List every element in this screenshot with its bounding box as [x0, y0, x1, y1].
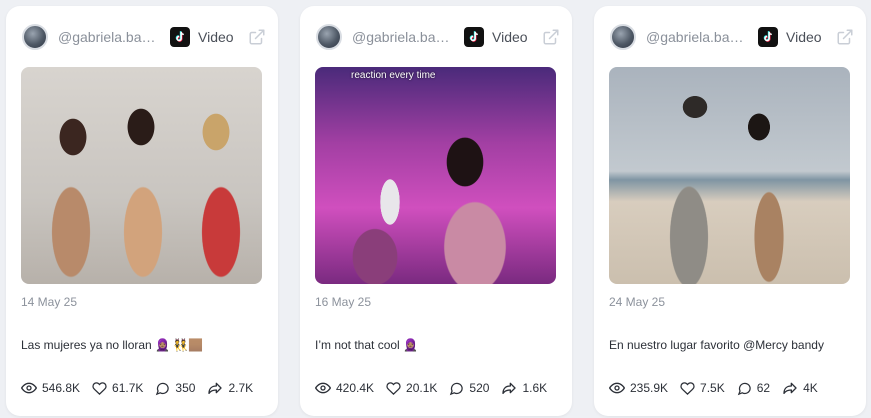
username[interactable]: @gabriela.ban...	[646, 29, 746, 45]
comment-icon	[737, 382, 751, 395]
shares-count: 2.7K	[228, 381, 254, 395]
shares-count: 1.6K	[522, 381, 548, 395]
comment-icon	[156, 382, 170, 395]
views-count: 546.8K	[42, 381, 81, 395]
likes-stat: 7.5K	[680, 381, 725, 396]
likes-count: 7.5K	[700, 381, 725, 395]
post-date: 14 May 25	[21, 295, 78, 309]
comments-count: 62	[756, 381, 771, 395]
username[interactable]: @gabriela.ban...	[352, 29, 452, 45]
post-caption: I’m not that cool 🧕🏽	[315, 338, 418, 352]
views-stat: 235.9K	[609, 380, 668, 396]
avatar[interactable]	[22, 24, 48, 50]
avatar[interactable]	[610, 24, 636, 50]
platform-label: Video	[786, 29, 822, 45]
post-thumbnail[interactable]	[609, 67, 850, 284]
eye-icon	[609, 382, 625, 394]
post-caption: En nuestro lugar favorito @Mercy bandy	[609, 338, 824, 352]
external-link-icon[interactable]	[542, 28, 560, 46]
card-header: @gabriela.ban... Video	[22, 22, 266, 52]
post-card[interactable]: @gabriela.ban... Video 24 May 25 En nues…	[594, 6, 866, 416]
comments-stat: 62	[737, 381, 770, 396]
likes-count: 20.1K	[406, 381, 438, 395]
share-icon	[208, 382, 223, 394]
post-thumbnail[interactable]: reaction every time	[315, 67, 556, 284]
eye-icon	[315, 382, 331, 394]
likes-stat: 20.1K	[386, 381, 437, 396]
post-stats: 546.8K 61.7K 350 2.7K	[21, 380, 265, 396]
post-stats: 420.4K 20.1K 520 1.6K	[315, 380, 559, 396]
post-caption: Las mujeres ya no lloran 🧕🏽 👯🏽	[21, 338, 204, 352]
post-stats: 235.9K 7.5K 62 4K	[609, 380, 830, 396]
post-card[interactable]: @gabriela.ban... Video 14 May 25 Las muj…	[6, 6, 278, 416]
tiktok-icon	[464, 27, 484, 47]
post-thumbnail[interactable]	[21, 67, 262, 284]
post-card[interactable]: @gabriela.ban... Video reaction every ti…	[300, 6, 572, 416]
shares-stat: 1.6K	[501, 380, 547, 396]
comments-count: 520	[469, 381, 490, 395]
heart-icon	[680, 381, 695, 395]
shares-stat: 4K	[782, 380, 818, 396]
comment-icon	[450, 382, 464, 395]
card-header: @gabriela.ban... Video	[316, 22, 560, 52]
share-icon	[783, 382, 797, 394]
comments-stat: 520	[449, 381, 489, 396]
likes-stat: 61.7K	[92, 381, 143, 396]
shares-stat: 2.7K	[207, 380, 253, 396]
shares-count: 4K	[803, 381, 818, 395]
post-date: 16 May 25	[315, 295, 372, 309]
external-link-icon[interactable]	[836, 28, 854, 46]
eye-icon	[21, 382, 37, 394]
likes-count: 61.7K	[112, 381, 144, 395]
tiktok-icon	[170, 27, 190, 47]
heart-icon	[386, 381, 401, 395]
views-stat: 546.8K	[21, 380, 80, 396]
views-count: 235.9K	[630, 381, 669, 395]
avatar[interactable]	[316, 24, 342, 50]
external-link-icon[interactable]	[248, 28, 266, 46]
heart-icon	[92, 381, 107, 395]
post-date: 24 May 25	[609, 295, 666, 309]
video-overlay-text: reaction every time	[351, 70, 436, 81]
username[interactable]: @gabriela.ban...	[58, 29, 158, 45]
card-header: @gabriela.ban... Video	[610, 22, 854, 52]
comments-stat: 350	[155, 381, 195, 396]
tiktok-icon	[758, 27, 778, 47]
platform-label: Video	[492, 29, 528, 45]
share-icon	[502, 382, 517, 394]
views-count: 420.4K	[336, 381, 375, 395]
views-stat: 420.4K	[315, 380, 374, 396]
comments-count: 350	[175, 381, 196, 395]
platform-label: Video	[198, 29, 234, 45]
